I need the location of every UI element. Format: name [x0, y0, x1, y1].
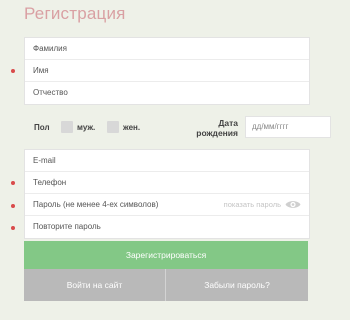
password-field[interactable]: Пароль (не менее 4-ех символов) показать…	[25, 194, 309, 216]
gender-birthdate-row: Пол муж. жен. Дата рождения дд/мм/гггг	[24, 116, 331, 140]
page-title: Регистрация	[24, 4, 126, 23]
gender-female-label: жен.	[123, 123, 141, 132]
gender-label: Пол	[34, 123, 50, 132]
show-password-link[interactable]: показать пароль	[224, 194, 281, 216]
name-fields-group: Фамилия Имя Отчество	[24, 37, 310, 105]
account-fields-group: E-mail Телефон Пароль (не менее 4-ех сим…	[24, 149, 310, 239]
last-name-field[interactable]: Фамилия	[25, 38, 309, 60]
middle-name-field[interactable]: Отчество	[25, 82, 309, 104]
repeat-password-field[interactable]: Повторите пароль	[25, 216, 309, 238]
birthdate-input[interactable]: дд/мм/гггг	[245, 116, 331, 138]
phone-field[interactable]: Телефон	[25, 172, 309, 194]
forgot-password-button[interactable]: Забыли пароль?	[165, 269, 308, 301]
register-button[interactable]: Зарегистрироваться	[24, 241, 308, 269]
password-placeholder: Пароль (не менее 4-ех символов)	[33, 200, 159, 209]
first-name-field[interactable]: Имя	[25, 60, 309, 82]
gender-male-checkbox[interactable]	[61, 121, 73, 133]
gender-male-label: муж.	[77, 123, 96, 132]
email-field[interactable]: E-mail	[25, 150, 309, 172]
eye-icon[interactable]	[285, 199, 301, 210]
required-marker	[11, 181, 15, 185]
required-marker	[11, 226, 15, 230]
required-marker	[11, 204, 15, 208]
required-marker	[11, 69, 15, 73]
gender-female-checkbox[interactable]	[107, 121, 119, 133]
login-button[interactable]: Войти на сайт	[24, 269, 165, 301]
birthdate-label: Дата рождения	[196, 118, 238, 138]
